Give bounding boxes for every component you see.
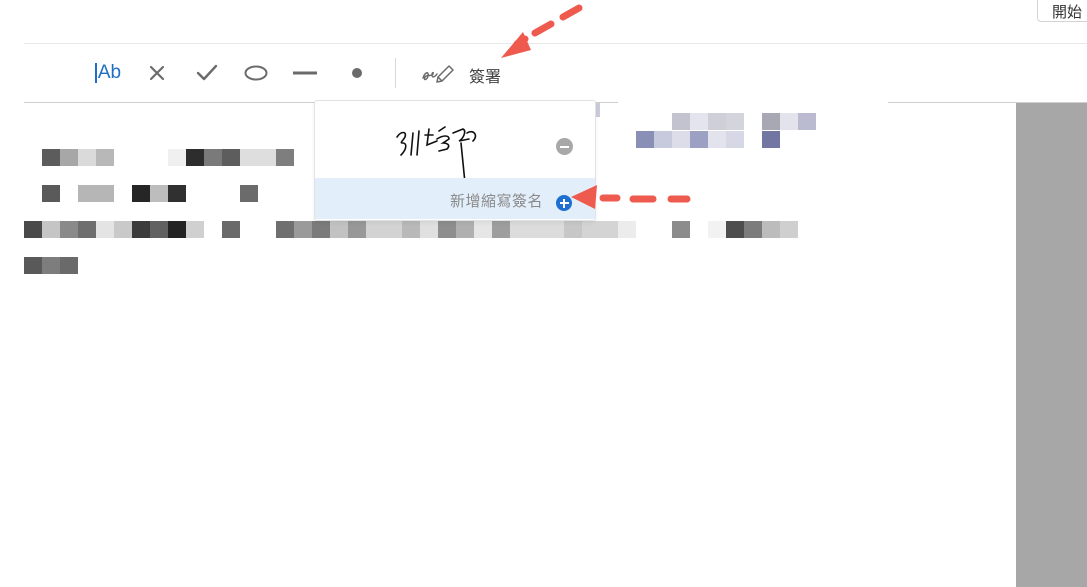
ellipse-icon xyxy=(244,65,268,81)
text-tool-label: Ab xyxy=(97,62,122,83)
handwritten-signature xyxy=(396,126,477,184)
signature-menu: 新增縮寫簽名 xyxy=(314,100,596,221)
sign-label[interactable]: 簽署 xyxy=(469,63,501,87)
right-side-panel xyxy=(1016,103,1087,587)
ellipse-tool[interactable] xyxy=(240,44,272,102)
check-tool[interactable] xyxy=(191,44,223,102)
toolbar-separator xyxy=(395,58,396,88)
dot-tool[interactable] xyxy=(342,44,372,102)
add-text-tool[interactable]: Ab xyxy=(90,44,126,102)
add-initials-row[interactable]: 新增縮寫簽名 xyxy=(315,178,595,219)
saved-signature-row[interactable] xyxy=(315,101,595,184)
line-icon xyxy=(293,71,317,75)
annotation-arrow-to-sign xyxy=(501,4,583,58)
remove-signature-icon[interactable] xyxy=(556,138,573,155)
check-icon xyxy=(196,64,218,81)
add-initials-label: 新增縮寫簽名 xyxy=(449,192,543,210)
annotation-arrow-to-add-initials xyxy=(571,185,691,209)
sign-tool[interactable] xyxy=(420,44,456,102)
cross-tool[interactable] xyxy=(142,44,172,102)
start-button[interactable]: 開始 xyxy=(1037,0,1087,22)
cross-icon xyxy=(149,65,165,81)
text-cursor-icon xyxy=(94,63,97,83)
sign-pen-icon xyxy=(422,65,454,83)
line-tool[interactable] xyxy=(290,44,320,102)
dot-icon xyxy=(352,68,362,78)
